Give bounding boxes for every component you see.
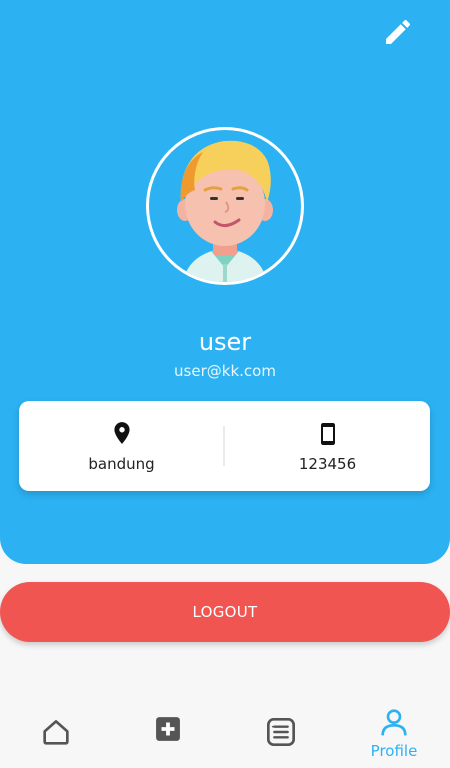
phone-text: 123456: [298, 455, 357, 473]
logout-button[interactable]: LOGOUT: [0, 582, 450, 642]
edit-profile-button[interactable]: [382, 16, 414, 48]
nav-profile[interactable]: Profile: [338, 690, 450, 768]
nav-list[interactable]: [225, 690, 337, 768]
bottom-navigation: Profile: [0, 690, 450, 768]
location-pin-icon: [113, 422, 130, 444]
smartphone-icon: [320, 423, 335, 445]
nav-profile-label: Profile: [370, 742, 418, 760]
nav-medical[interactable]: [112, 690, 224, 768]
pencil-icon: [386, 19, 411, 44]
home-icon: [43, 720, 69, 745]
username: user: [198, 328, 252, 356]
medical-plus-icon: [156, 717, 180, 741]
avatar: [146, 127, 304, 285]
contact-info-card: bandung 123456: [19, 401, 430, 491]
phone-info: 123456: [225, 401, 430, 491]
location-info: bandung: [19, 401, 224, 491]
profile-icon: [381, 709, 407, 736]
profile-header: user user@kk.com bandung 123456: [0, 0, 450, 564]
user-email: user@kk.com: [174, 362, 276, 380]
nav-home[interactable]: [0, 690, 112, 768]
location-text: bandung: [88, 455, 155, 473]
list-icon: [267, 718, 295, 746]
